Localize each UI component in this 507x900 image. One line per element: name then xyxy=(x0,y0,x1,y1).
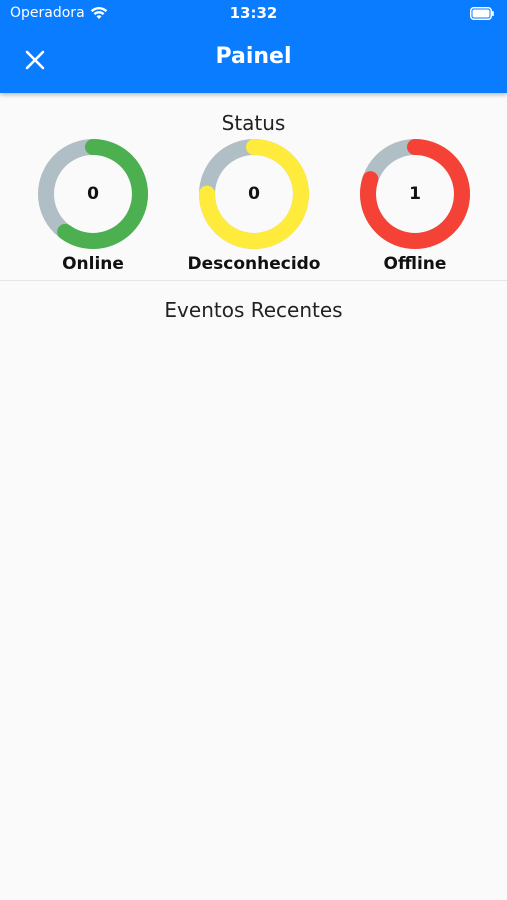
gauge-count: 0 xyxy=(87,184,99,204)
gauge-online: 0 Online xyxy=(18,139,168,279)
gauge-count: 1 xyxy=(409,184,421,204)
gauge-offline: 1 Offline xyxy=(340,139,490,279)
page-title: Painel xyxy=(215,44,292,69)
gauge-count: 0 xyxy=(248,184,260,204)
status-section-title: Status xyxy=(221,111,286,135)
battery-icon xyxy=(470,7,494,20)
app-bar: Operadora 13:32 Painel xyxy=(0,0,507,93)
gauge-desconhecido: 0 Desconhecido xyxy=(179,139,329,279)
gauge-label: Offline xyxy=(383,254,447,274)
section-divider xyxy=(0,280,507,281)
status-time: 13:32 xyxy=(229,4,278,22)
status-bar: Operadora 13:32 xyxy=(0,0,507,28)
events-section-title: Eventos Recentes xyxy=(164,298,343,322)
